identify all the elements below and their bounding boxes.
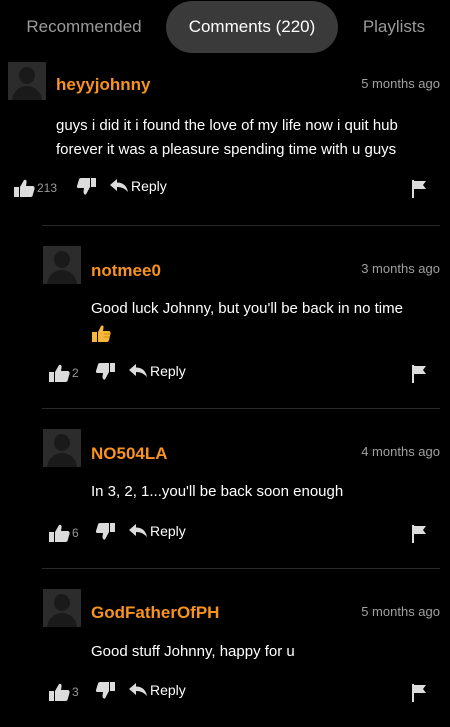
flag-icon — [412, 365, 426, 383]
comment-reply: NO504LA 4 months ago In 3, 2, 1...you'll… — [0, 409, 450, 569]
thumbs-up-icon — [49, 682, 71, 702]
dislike-button[interactable] — [95, 682, 115, 700]
flag-button[interactable] — [412, 180, 426, 198]
like-button[interactable]: 3 — [49, 682, 79, 702]
comment-timestamp: 4 months ago — [361, 444, 440, 459]
comment-username[interactable]: GodFatherOfPH — [91, 603, 219, 623]
reply-button[interactable]: Reply — [129, 363, 186, 379]
thumbs-down-icon — [76, 178, 96, 196]
tab-playlists[interactable]: Playlists — [346, 1, 442, 53]
comment-timestamp: 3 months ago — [361, 261, 440, 276]
avatar[interactable] — [43, 246, 81, 284]
comment-reply: notmee0 3 months ago Good luck Johnny, b… — [0, 226, 450, 409]
avatar[interactable] — [8, 62, 46, 100]
comment-text: Good luck Johnny, but you'll be back in … — [91, 300, 403, 317]
comment-username[interactable]: heyyjohnny — [56, 75, 150, 95]
thumbs-up-icon — [14, 178, 36, 198]
flag-icon — [412, 180, 426, 198]
dislike-button[interactable] — [95, 363, 115, 381]
reply-arrow-icon — [110, 179, 128, 193]
reply-label: Reply — [131, 178, 167, 194]
reply-label: Reply — [150, 523, 186, 539]
dislike-button[interactable] — [95, 523, 115, 541]
flag-icon — [412, 525, 426, 543]
tab-bar: Recommended Comments (220) Playlists — [0, 0, 450, 56]
tab-recommended[interactable]: Recommended — [10, 1, 158, 53]
comment-actions: 2 Reply — [49, 363, 440, 387]
like-count: 213 — [37, 181, 58, 195]
comment-reply: GodFatherOfPH 5 months ago Good stuff Jo… — [0, 569, 450, 727]
tab-comments[interactable]: Comments (220) — [166, 1, 338, 53]
comment-actions: 213 Reply — [14, 178, 440, 202]
like-count: 2 — [72, 366, 79, 380]
flag-icon — [412, 684, 426, 702]
avatar[interactable] — [43, 589, 81, 627]
reply-arrow-icon — [129, 683, 147, 697]
dislike-button[interactable] — [76, 178, 96, 196]
like-button[interactable]: 6 — [49, 523, 79, 543]
reply-button[interactable]: Reply — [110, 178, 167, 194]
reply-button[interactable]: Reply — [129, 682, 186, 698]
avatar[interactable] — [43, 429, 81, 467]
flag-button[interactable] — [412, 365, 426, 383]
comment-username[interactable]: NO504LA — [91, 444, 168, 464]
thumbs-down-icon — [95, 682, 115, 700]
thumbs-up-icon — [49, 523, 71, 543]
reply-label: Reply — [150, 363, 186, 379]
reply-label: Reply — [150, 682, 186, 698]
thumbs-down-icon — [95, 523, 115, 541]
comment-timestamp: 5 months ago — [361, 604, 440, 619]
comment-text: Good stuff Johnny, happy for u — [91, 643, 295, 660]
reply-arrow-icon — [129, 364, 147, 378]
thumbs-up-emoji — [92, 324, 112, 342]
flag-button[interactable] — [412, 684, 426, 702]
reply-button[interactable]: Reply — [129, 523, 186, 539]
comment-actions: 6 Reply — [49, 523, 440, 547]
comment-text: In 3, 2, 1...you'll be back soon enough — [91, 483, 344, 500]
like-button[interactable]: 2 — [49, 363, 79, 383]
thumbs-down-icon — [95, 363, 115, 381]
comment-actions: 3 Reply — [49, 682, 440, 706]
like-button[interactable]: 213 — [14, 178, 57, 198]
comment: heyyjohnny 5 months ago guys i did it i … — [0, 56, 450, 226]
flag-button[interactable] — [412, 525, 426, 543]
like-count: 3 — [72, 685, 79, 699]
comment-timestamp: 5 months ago — [361, 76, 440, 91]
like-count: 6 — [72, 526, 79, 540]
comment-text: guys i did it i found the love of my lif… — [56, 117, 398, 158]
thumbs-up-icon — [49, 363, 71, 383]
reply-arrow-icon — [129, 524, 147, 538]
comment-username[interactable]: notmee0 — [91, 261, 161, 281]
